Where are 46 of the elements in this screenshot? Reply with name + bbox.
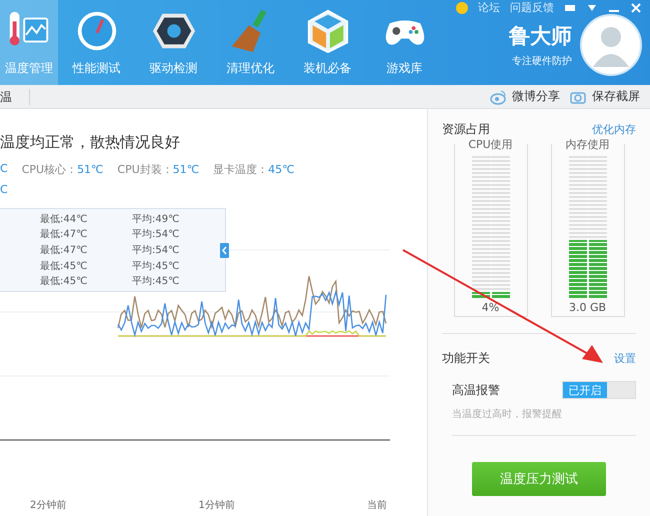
- status-headline: 温度均正常，散热情况良好: [0, 133, 181, 152]
- collapse-icon[interactable]: [220, 243, 229, 258]
- temperature-reading: CPU封装：51℃: [117, 162, 200, 177]
- settings-link[interactable]: 设置: [614, 351, 636, 366]
- optimize-memory-link[interactable]: 优化内存: [592, 122, 636, 137]
- meter-reading: 3.0 GB: [568, 301, 606, 314]
- min-temperature: 最低:47℃: [40, 228, 88, 242]
- nav-tab[interactable]: 游戏库: [366, 0, 443, 85]
- toolbar-button[interactable]: 保存截屏: [570, 88, 640, 105]
- switch-label: 高温报警: [452, 382, 500, 398]
- min-temperature: 最低:44℃: [40, 212, 88, 226]
- brand-title: 鲁大师: [509, 23, 572, 50]
- toggle-switch[interactable]: 已开启: [562, 381, 636, 399]
- nav-tab[interactable]: 温度管理: [0, 0, 58, 85]
- nav-tab[interactable]: 装机必备: [289, 0, 366, 85]
- nav-tab[interactable]: 驱动检测: [135, 0, 212, 85]
- top-link[interactable]: 论坛: [478, 0, 500, 15]
- average-temperature: 平均:54℃: [132, 244, 180, 257]
- temperature-reading: 显卡温度：45℃: [213, 162, 295, 177]
- section-title: 功能开关: [442, 350, 490, 367]
- min-temperature: 最低:45℃: [40, 275, 88, 288]
- temperature-reading: CPU核心：51℃: [22, 162, 104, 177]
- section-title: 资源占用: [442, 121, 490, 138]
- axis-label: 1分钟前: [198, 498, 235, 512]
- min-temperature: 最低:47℃: [40, 244, 88, 257]
- average-temperature: 平均:49℃: [132, 212, 180, 226]
- stress-test-button[interactable]: 温度压力测试: [472, 462, 606, 496]
- toolbar-button[interactable]: 微博分享: [490, 88, 560, 105]
- top-link[interactable]: 问题反馈: [510, 0, 554, 15]
- brand-slogan: 专注硬件防护: [512, 54, 572, 68]
- axis-label: 2分钟前: [30, 498, 66, 512]
- axis-label: 当前: [367, 498, 387, 512]
- temperature-reading: C: [0, 162, 8, 177]
- nav-tab[interactable]: 清理优化: [212, 0, 289, 85]
- coin-icon[interactable]: [456, 2, 468, 14]
- nav-tab[interactable]: 性能测试: [58, 0, 135, 85]
- sub-tab[interactable]: 温: [0, 88, 30, 104]
- temperature-reading: C: [0, 183, 9, 196]
- average-temperature: 平均:45℃: [132, 275, 180, 288]
- average-temperature: 平均:54℃: [132, 228, 180, 242]
- weibo-icon: [490, 88, 506, 104]
- close-icon[interactable]: [630, 2, 642, 14]
- meter-reading: 4%: [482, 301, 500, 314]
- switch-hint: 当温度过高时，报警提醒: [452, 407, 636, 436]
- average-temperature: 平均:45℃: [132, 260, 180, 273]
- min-temperature: 最低:45℃: [40, 260, 88, 273]
